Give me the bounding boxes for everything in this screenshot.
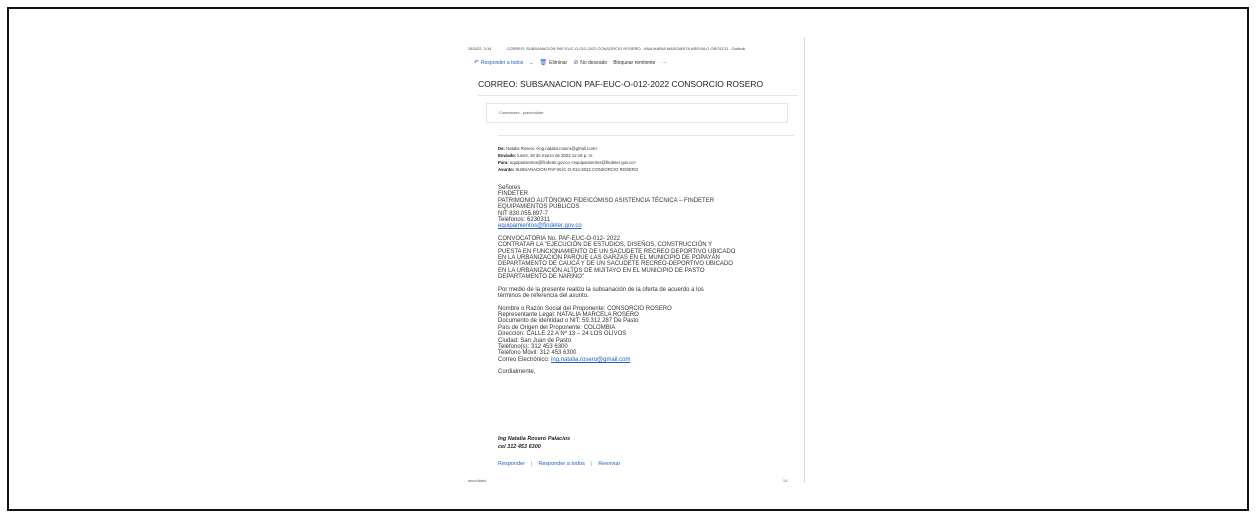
printed-email-page: 28/3/22, 3:34 CORREO: SUBSANACION PAF-EU… [468, 37, 805, 483]
block-sender-button[interactable]: Bloquear remitente [613, 60, 655, 66]
subject-value: SUBSANACION PAF-EUC-O-012-2022 CONSORCIO… [515, 167, 639, 172]
proponent-block: Nombre o Razón Social del Proponente: CO… [498, 306, 790, 364]
mail-label: Correo Electrónico: [498, 356, 550, 363]
proponent-email-line: Correo Electrónico: ing.natalia.rosero@g… [498, 357, 790, 363]
reply-actions: Responder | Responder a todos | Reenviar [498, 461, 620, 467]
chevron-down-icon[interactable]: ⌄ [529, 60, 533, 66]
message-body: Señores FINDETER PATRIMONIO AUTÓNOMO FID… [498, 185, 790, 376]
sent-label: Enviado: [498, 153, 517, 158]
page-edge [804, 37, 805, 483]
subject-label: Asunto: [498, 167, 515, 172]
sent-value: lunes, 28 de marzo de 2022 12:16 p. m. [517, 153, 594, 158]
reply-all-label: Responder a todos [481, 60, 524, 66]
email-link[interactable]: equipamientos@findeter.gov.co [498, 223, 790, 229]
signature-name: Ing Natalia Rosero Palacios [498, 436, 571, 442]
delete-button[interactable]: 🗑 Eliminar [540, 60, 568, 66]
message-subject: CORREO: SUBSANACION PAF-EUC-O-012-2022 C… [478, 79, 764, 89]
print-header: 28/3/22, 3:34 CORREO: SUBSANACION PAF-EU… [468, 46, 804, 51]
addressee-block: Señores FINDETER PATRIMONIO AUTÓNOMO FID… [498, 185, 790, 230]
delete-label: Eliminar [549, 60, 568, 66]
more-options-icon[interactable]: ··· [661, 60, 667, 66]
separator: | [530, 461, 533, 467]
trash-icon: 🗑 [539, 60, 548, 66]
signature: Ing Natalia Rosero Palacios cel 312 453 … [498, 436, 570, 451]
divider [498, 135, 794, 136]
message-toolbar: ↶ Responder a todos ⌄ 🗑 Eliminar ⊘ No de… [474, 58, 667, 68]
forward-link[interactable]: Reenviar [598, 461, 620, 467]
to-label: Para: [498, 160, 509, 165]
reply-all-link[interactable]: Responder a todos [538, 461, 584, 467]
divider [478, 95, 798, 96]
reply-all-button[interactable]: ↶ Responder a todos [474, 60, 523, 66]
convocatoria-block: CONVOCATORIA No. PAF-EUC-O-012- 2022 CON… [498, 236, 790, 281]
print-title: CORREO: SUBSANACION PAF-EUC-O-012-2022 C… [506, 46, 746, 51]
closing: Cordialmente, [498, 369, 536, 376]
block-sender-label: Bloquear remitente [613, 60, 656, 66]
separator: | [590, 461, 593, 467]
print-datetime: 28/3/22, 3:34 [468, 46, 492, 51]
print-footer-url: about:blank [468, 479, 487, 483]
connectors-bar: Conectores - placeholder [486, 103, 788, 123]
body-line: DEPARTAMENTO DE NARIÑO" [498, 274, 585, 281]
from-label: De: [498, 146, 505, 151]
signature-phone: cel 312 453 6300 [498, 443, 541, 450]
reply-all-icon: ↶ [474, 60, 480, 66]
proponent-email-link[interactable]: ing.natalia.rosero@gmail.com [551, 357, 630, 363]
reply-link[interactable]: Responder [498, 461, 525, 467]
message-headers: De: Natalia Rosero <ing.natalia.rosero@g… [498, 145, 638, 173]
junk-button[interactable]: ⊘ No deseado [573, 60, 607, 66]
junk-label: No deseado [580, 60, 608, 66]
connectors-text: Conectores - placeholder [499, 110, 544, 115]
from-value: Natalia Rosero <ing.natalia.rosero@gmail… [506, 146, 598, 151]
block-icon: ⊘ [573, 60, 579, 66]
body-line: términos de referencia del asunto. [498, 293, 589, 300]
print-footer-page: 1/1 [783, 479, 788, 483]
intro-block: Por medio de la presente realizo la subs… [498, 287, 790, 300]
to-value: equipamientos@findeter.gov.co <equipamie… [509, 160, 637, 165]
